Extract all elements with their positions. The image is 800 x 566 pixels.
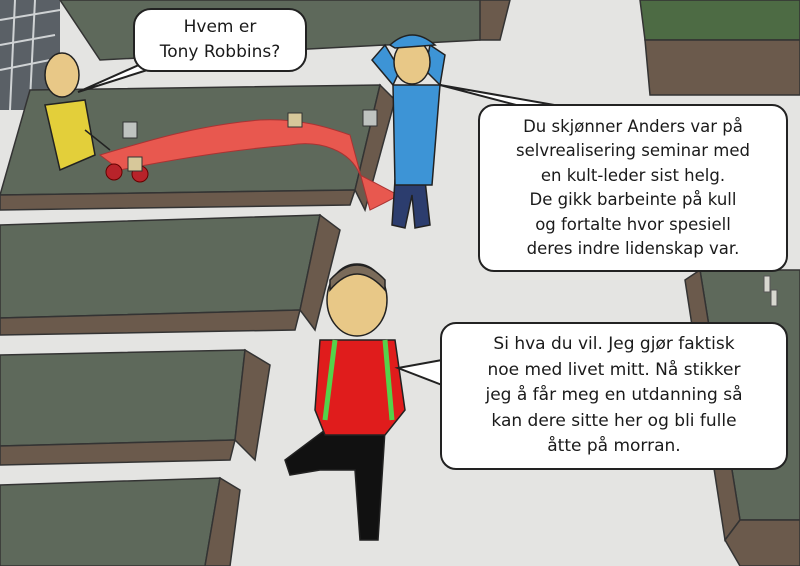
speech-bubble-education: Si hva du vil. Jeg gjør faktisk noe med … bbox=[440, 322, 788, 470]
speech-bubble-anders-seminar: Du skjønner Anders var på selvrealiserin… bbox=[478, 104, 788, 272]
speech-bubble-tony-robbins: Hvem er Tony Robbins? bbox=[133, 8, 307, 72]
comic-scene bbox=[0, 0, 800, 566]
